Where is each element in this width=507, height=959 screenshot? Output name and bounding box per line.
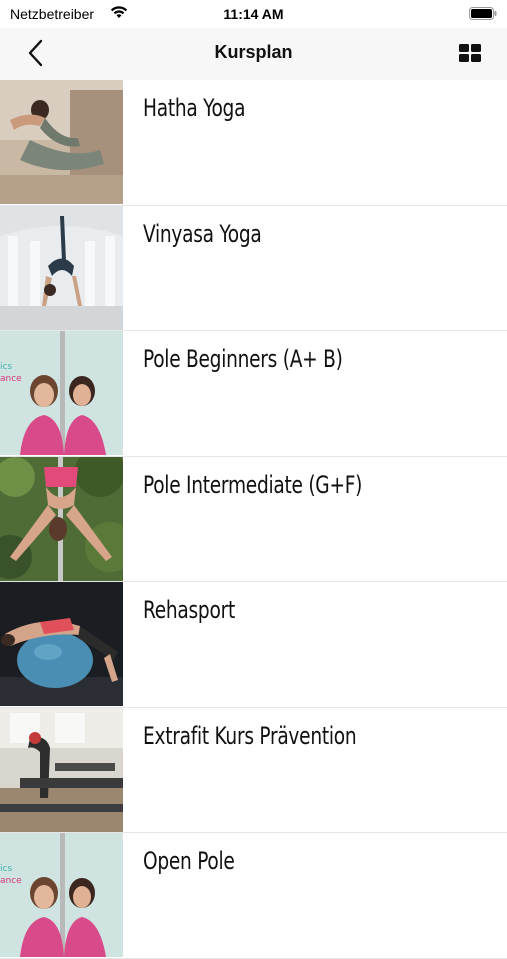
grid-view-icon[interactable]: [459, 44, 481, 62]
battery-icon: [469, 7, 497, 20]
course-list: Hatha Yoga Vinyasa Yoga ics ance Pole Be…: [0, 80, 507, 959]
pilates-studio-photo: [0, 707, 123, 832]
course-row-open-pole[interactable]: ics ance Open Pole: [0, 833, 507, 959]
course-label: Open Pole: [143, 847, 235, 875]
yoga-arch-photo: [0, 205, 123, 330]
course-row-vinyasa-yoga[interactable]: Vinyasa Yoga: [0, 205, 507, 331]
course-row-extrafit[interactable]: Extrafit Kurs Prävention: [0, 707, 507, 833]
chevron-left-icon[interactable]: [22, 38, 52, 68]
course-row-rehasport[interactable]: Rehasport: [0, 582, 507, 708]
page-title: Kursplan: [214, 42, 293, 62]
course-label: Extrafit Kurs Prävention: [143, 721, 357, 750]
svg-text:ics: ics: [0, 362, 12, 372]
navigation-bar: Kursplan: [0, 28, 507, 80]
course-label: Pole Beginners (A+ B): [143, 345, 343, 373]
pole-duo-photo: ics ance: [0, 331, 123, 455]
svg-text:ics: ics: [0, 864, 12, 874]
svg-text:ance: ance: [0, 876, 22, 886]
svg-text:ance: ance: [0, 374, 22, 384]
course-label: Rehasport: [143, 596, 235, 624]
exercise-ball-photo: [0, 582, 123, 706]
course-row-pole-intermediate[interactable]: Pole Intermediate (G+F): [0, 456, 507, 582]
status-bar: Netzbetreiber 11:14 AM: [0, 0, 507, 28]
course-row-hatha-yoga[interactable]: Hatha Yoga: [0, 80, 507, 206]
pole-duo-photo: ics ance: [0, 833, 123, 957]
clock: 11:14 AM: [223, 6, 284, 22]
course-label: Vinyasa Yoga: [143, 219, 262, 248]
course-row-pole-beginners[interactable]: ics ance Pole Beginners (A+ B): [0, 331, 507, 457]
course-label: Pole Intermediate (G+F): [143, 470, 363, 499]
course-label: Hatha Yoga: [143, 94, 246, 122]
pole-outdoor-photo: [0, 456, 123, 581]
yoga-pose-photo: [0, 80, 123, 204]
